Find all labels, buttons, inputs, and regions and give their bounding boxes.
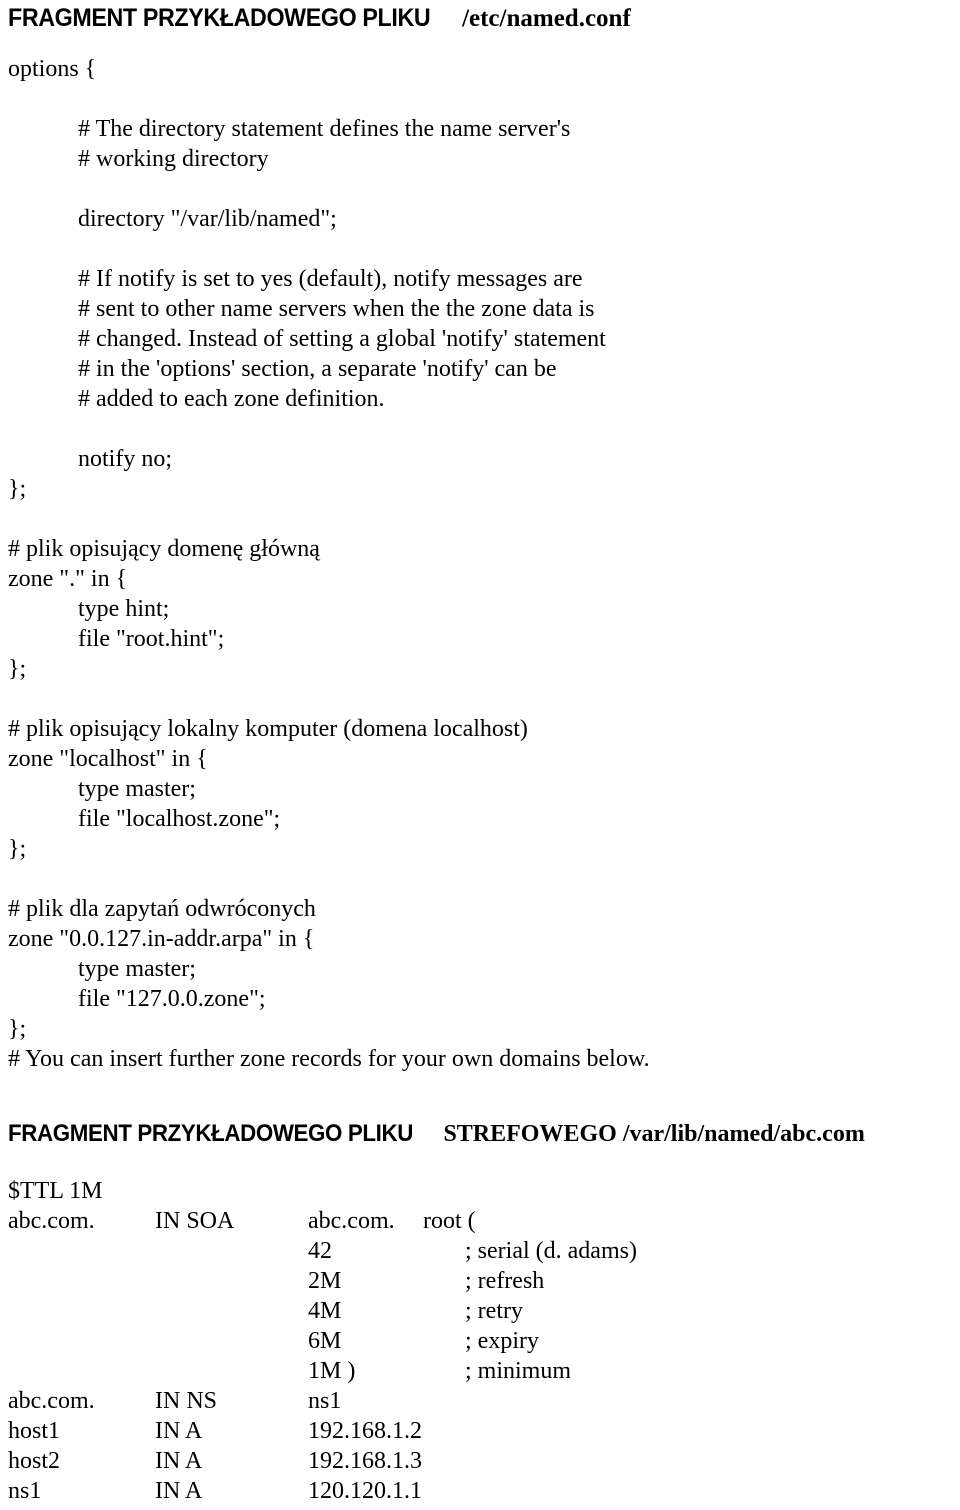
zone-record-comment: ; refresh — [465, 1268, 545, 1294]
zone-record-type: IN A — [155, 1448, 203, 1474]
code-line: # changed. Instead of setting a global '… — [78, 326, 606, 352]
code-line: type master; — [78, 776, 196, 802]
code-line: directory "/var/lib/named"; — [78, 206, 337, 232]
code-line: }; — [8, 1016, 27, 1042]
code-line: options { — [8, 56, 97, 82]
code-line: }; — [8, 656, 27, 682]
code-line: }; — [8, 836, 27, 862]
heading-serif-part: /etc/named.conf — [462, 5, 631, 32]
code-line: # plik opisujący lokalny komputer (domen… — [8, 716, 528, 742]
code-line: # You can insert further zone records fo… — [8, 1046, 650, 1072]
heading-sans-part: FRAGMENT PRZYKŁADOWEGO PLIKU — [8, 4, 431, 32]
zone-record-comment: ; retry — [465, 1298, 523, 1324]
zone-record-value: 2M — [308, 1268, 342, 1294]
zone-record-name: host1 — [8, 1418, 61, 1444]
code-line: file "root.hint"; — [78, 626, 225, 652]
zone-record-type: IN A — [155, 1418, 203, 1444]
code-line: file "127.0.0.zone"; — [78, 986, 266, 1012]
code-line: type master; — [78, 956, 196, 982]
zone-record-value: 4M — [308, 1298, 342, 1324]
code-line: type hint; — [78, 596, 170, 622]
named-conf-listing: options { # The directory statement defin… — [8, 54, 650, 1074]
code-line: # sent to other name servers when the th… — [78, 296, 595, 322]
code-line: # The directory statement defines the na… — [78, 116, 571, 142]
code-line: # plik dla zapytań odwróconych — [8, 896, 316, 922]
zone-record-value: 120.120.1.1 — [308, 1478, 422, 1504]
code-line: # added to each zone definition. — [78, 386, 385, 412]
zone-record-name: host2 — [8, 1448, 61, 1474]
zone-record-extra: root ( — [423, 1208, 476, 1234]
code-line: # in the 'options' section, a separate '… — [78, 356, 557, 382]
zone-record-type: IN NS — [155, 1388, 218, 1414]
code-line: zone "." in { — [8, 566, 128, 592]
code-line: file "localhost.zone"; — [78, 806, 281, 832]
code-line: notify no; — [78, 446, 172, 472]
zone-record-comment: ; minimum — [465, 1358, 572, 1384]
zone-record-comment: ; expiry — [465, 1328, 539, 1354]
zone-record-name: abc.com. — [8, 1208, 95, 1234]
zone-record-value: 1M ) — [308, 1358, 356, 1384]
zone-record-comment: ; serial (d. adams) — [465, 1238, 637, 1264]
zone-record-value: ns1 — [308, 1388, 342, 1414]
zone-record-value: 192.168.1.2 — [308, 1418, 422, 1444]
section-heading-zone-file: FRAGMENT PRZYKŁADOWEGO PLIKU STREFOWEGO /… — [8, 1120, 865, 1147]
zone-record-value: 42 — [308, 1238, 332, 1264]
code-line: # working directory — [78, 146, 269, 172]
heading-serif-part: STREFOWEGO /var/lib/named/abc.com — [443, 1121, 865, 1147]
zone-record-name: ns1 — [8, 1478, 42, 1504]
code-line: }; — [8, 476, 27, 502]
zone-record-value: 6M — [308, 1328, 342, 1354]
section-heading-named-conf: FRAGMENT PRZYKŁADOWEGO PLIKU/etc/named.c… — [8, 4, 631, 32]
zone-record-type: IN SOA — [155, 1208, 235, 1234]
code-line: # If notify is set to yes (default), not… — [78, 266, 583, 292]
heading-sans-part: FRAGMENT PRZYKŁADOWEGO PLIKU — [8, 1120, 413, 1147]
code-line: zone "localhost" in { — [8, 746, 208, 772]
zone-record-value: 192.168.1.3 — [308, 1448, 422, 1474]
zone-record-value: abc.com. — [308, 1208, 395, 1234]
document-page: FRAGMENT PRZYKŁADOWEGO PLIKU/etc/named.c… — [0, 0, 960, 1510]
zone-record-name: abc.com. — [8, 1388, 95, 1414]
code-line: # plik opisujący domenę główną — [8, 536, 320, 562]
zone-record-name: $TTL 1M — [8, 1178, 103, 1204]
code-line: zone "0.0.127.in-addr.arpa" in { — [8, 926, 315, 952]
zone-record-type: IN A — [155, 1478, 203, 1504]
